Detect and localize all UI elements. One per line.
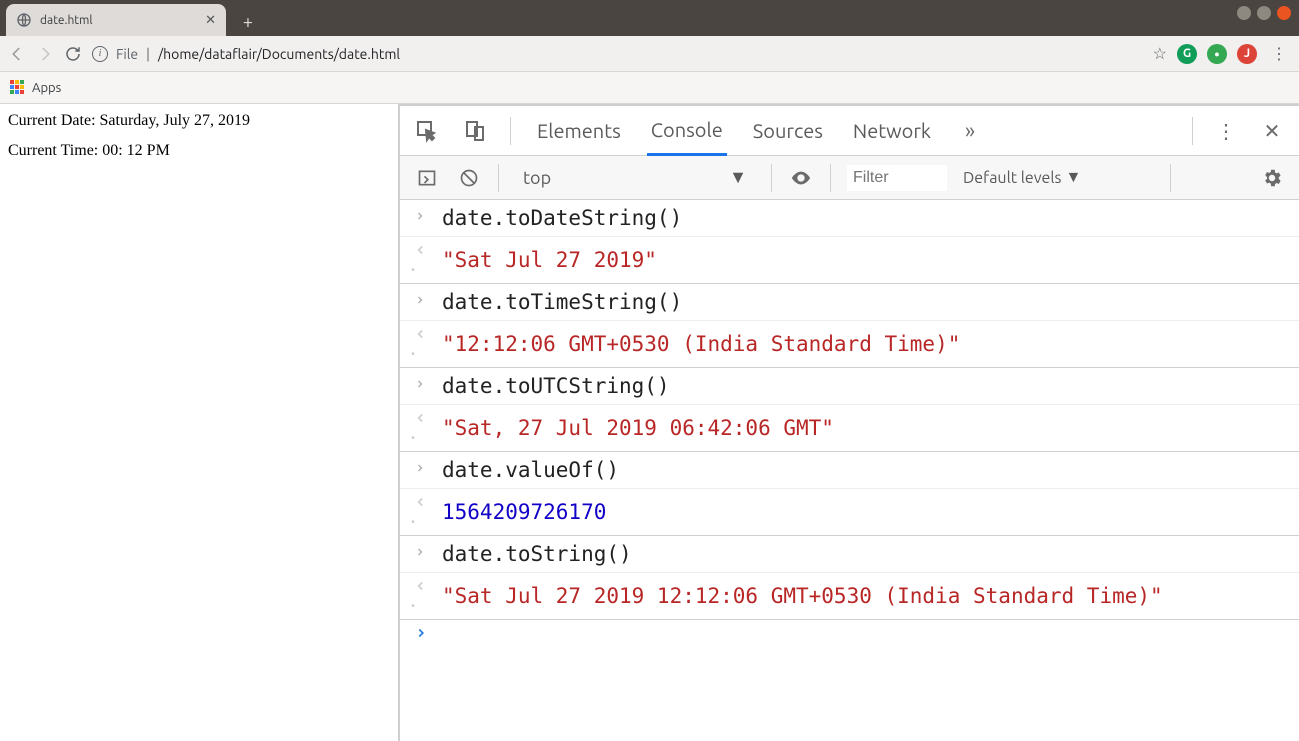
- live-expression-icon[interactable]: [788, 165, 814, 191]
- output-chevron-icon: •: [414, 579, 428, 613]
- inspect-element-icon[interactable]: [414, 118, 440, 144]
- extension-grammarly-icon[interactable]: G: [1177, 44, 1197, 64]
- page-content: Current Date: Saturday, July 27, 2019 Cu…: [0, 104, 398, 741]
- input-chevron-icon: [414, 294, 428, 310]
- console-text: "12:12:06 GMT+0530 (India Standard Time)…: [442, 332, 960, 356]
- main-area: Current Date: Saturday, July 27, 2019 Cu…: [0, 104, 1299, 741]
- close-tab-icon[interactable]: ✕: [205, 13, 216, 28]
- bookmark-star-icon[interactable]: ☆: [1153, 44, 1167, 63]
- console-input-row: date.toString(): [400, 536, 1299, 573]
- close-window-button[interactable]: [1277, 6, 1291, 20]
- console-input-row: date.valueOf(): [400, 452, 1299, 489]
- context-label: top: [523, 168, 551, 188]
- console-text: date.toDateString(): [442, 206, 682, 230]
- extension-badge-icon[interactable]: ●: [1207, 44, 1227, 64]
- url-path: /home/dataflair/Documents/date.html: [158, 46, 400, 62]
- maximize-button[interactable]: [1257, 6, 1271, 20]
- input-chevron-icon: [414, 378, 428, 394]
- devtools-menu-icon[interactable]: ⋮: [1213, 118, 1239, 144]
- console-text: date.toString(): [442, 542, 632, 566]
- chevron-down-icon: ▼: [1065, 168, 1081, 187]
- browser-tab[interactable]: date.html ✕: [6, 4, 226, 36]
- new-tab-button[interactable]: +: [234, 8, 262, 36]
- console-output-row: • "Sat, 27 Jul 2019 06:42:06 GMT": [400, 405, 1299, 452]
- page-line-date: Current Date: Saturday, July 27, 2019: [8, 112, 390, 130]
- console-text: date.toTimeString(): [442, 290, 682, 314]
- devtools-close-icon[interactable]: ✕: [1259, 118, 1285, 144]
- input-chevron-icon: [414, 546, 428, 562]
- back-button[interactable]: [8, 45, 26, 63]
- devtools-tabstrip: Elements Console Sources Network » ⋮ ✕: [400, 106, 1299, 156]
- separator: [1170, 164, 1171, 192]
- console-output-row: • "Sat Jul 27 2019": [400, 237, 1299, 284]
- console-prompt[interactable]: [400, 620, 1299, 650]
- bookmarks-bar: Apps: [0, 72, 1299, 104]
- address-bar[interactable]: i File | /home/dataflair/Documents/date.…: [92, 46, 1135, 62]
- separator: [498, 164, 499, 192]
- log-levels-selector[interactable]: Default levels ▼: [963, 168, 1081, 187]
- separator: [1192, 117, 1193, 145]
- apps-label[interactable]: Apps: [32, 81, 61, 95]
- console-output[interactable]: date.toDateString() • "Sat Jul 27 2019" dat…: [400, 200, 1299, 741]
- execution-context-selector[interactable]: top ▼: [515, 167, 755, 188]
- window-titlebar: date.html ✕ +: [0, 0, 1299, 36]
- console-toolbar: top ▼ Default levels ▼: [400, 156, 1299, 200]
- console-output-row: • "12:12:06 GMT+0530 (India Standard Time…: [400, 321, 1299, 368]
- minimize-button[interactable]: [1237, 6, 1251, 20]
- more-tabs-icon[interactable]: »: [957, 118, 983, 144]
- site-info-icon[interactable]: i: [92, 46, 108, 62]
- browser-menu-icon[interactable]: ⋮: [1267, 44, 1291, 63]
- separator: [771, 164, 772, 192]
- console-settings-icon[interactable]: [1259, 165, 1285, 191]
- console-sidebar-toggle-icon[interactable]: [414, 165, 440, 191]
- device-toggle-icon[interactable]: [462, 118, 488, 144]
- console-text: date.toUTCString(): [442, 374, 670, 398]
- console-text: date.valueOf(): [442, 458, 619, 482]
- profile-avatar[interactable]: J: [1237, 44, 1257, 64]
- console-text: "Sat Jul 27 2019 12:12:06 GMT+0530 (Indi…: [442, 584, 1163, 608]
- console-text: "Sat, 27 Jul 2019 06:42:06 GMT": [442, 416, 834, 440]
- url-scheme: File: [116, 46, 138, 62]
- output-chevron-icon: •: [414, 495, 428, 529]
- chevron-down-icon: ▼: [729, 167, 747, 188]
- tab-console[interactable]: Console: [647, 106, 727, 156]
- devtools-panel: Elements Console Sources Network » ⋮ ✕ t…: [398, 104, 1299, 741]
- output-chevron-icon: •: [414, 327, 428, 361]
- console-text: 1564209726170: [442, 500, 606, 524]
- tab-network[interactable]: Network: [849, 107, 935, 154]
- clear-console-icon[interactable]: [456, 165, 482, 191]
- page-line-time: Current Time: 00: 12 PM: [8, 142, 390, 160]
- console-text: "Sat Jul 27 2019": [442, 248, 657, 272]
- console-output-row: • "Sat Jul 27 2019 12:12:06 GMT+0530 (Ind…: [400, 573, 1299, 620]
- console-input-row: date.toDateString(): [400, 200, 1299, 237]
- globe-icon: [16, 12, 32, 28]
- reload-button[interactable]: [64, 45, 82, 63]
- tab-sources[interactable]: Sources: [749, 107, 827, 154]
- input-chevron-icon: [414, 210, 428, 226]
- tab-title: date.html: [40, 14, 197, 27]
- input-chevron-icon: [414, 462, 428, 478]
- tab-elements[interactable]: Elements: [533, 107, 625, 154]
- levels-label: Default levels: [963, 169, 1061, 187]
- console-output-row: • 1564209726170: [400, 489, 1299, 536]
- output-chevron-icon: •: [414, 411, 428, 445]
- console-input-row: date.toTimeString(): [400, 284, 1299, 321]
- prompt-chevron-icon: [414, 626, 428, 644]
- output-chevron-icon: •: [414, 243, 428, 277]
- url-separator: |: [146, 46, 150, 62]
- forward-button[interactable]: [36, 45, 54, 63]
- window-controls: [1229, 0, 1299, 26]
- filter-input[interactable]: [847, 165, 947, 191]
- browser-toolbar: i File | /home/dataflair/Documents/date.…: [0, 36, 1299, 72]
- separator: [510, 117, 511, 145]
- separator: [830, 164, 831, 192]
- console-input-row: date.toUTCString(): [400, 368, 1299, 405]
- console-filter[interactable]: [847, 165, 947, 191]
- apps-icon[interactable]: [10, 80, 26, 96]
